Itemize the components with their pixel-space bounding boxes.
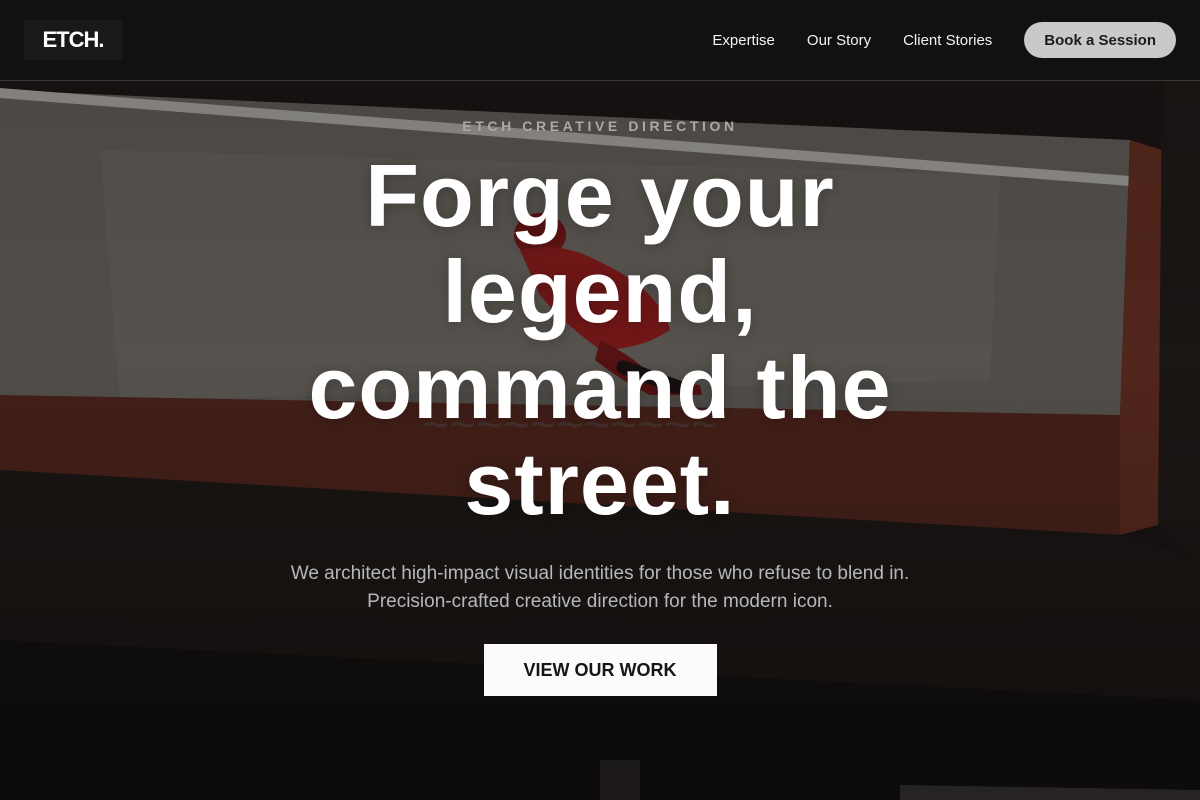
brand-dot: . (98, 27, 104, 52)
subtext-line: Precision-crafted creative direction for… (367, 591, 833, 612)
headline-line: street. (464, 434, 736, 533)
view-our-work-button[interactable]: VIEW OUR WORK (483, 644, 717, 696)
nav-link-client-stories[interactable]: Client Stories (903, 32, 992, 49)
headline-line: Forge your (365, 146, 835, 245)
hero-eyebrow: ETCH CREATIVE DIRECTION (462, 118, 738, 134)
landing-page: ~~~~~~~~~~~ ETCH. Expertise Our Story Cl… (0, 0, 1200, 800)
book-session-button[interactable]: Book a Session (1024, 22, 1176, 58)
hero-subtext: We architect high-impact visual identiti… (250, 560, 950, 616)
nav-links: Expertise Our Story Client Stories (712, 32, 992, 49)
hero-headline: Forge your legend, command the street. (250, 148, 950, 532)
headline-line: command the (308, 338, 892, 437)
nav-link-our-story[interactable]: Our Story (807, 32, 871, 49)
hero-section: ETCH CREATIVE DIRECTION Forge your legen… (0, 81, 1200, 800)
brand-logo[interactable]: ETCH. (24, 20, 122, 60)
headline-line: legend, (442, 242, 758, 341)
subtext-line: We architect high-impact visual identiti… (290, 563, 910, 584)
brand-name: ETCH (42, 27, 99, 52)
top-navbar: ETCH. Expertise Our Story Client Stories… (0, 0, 1200, 81)
nav-link-expertise[interactable]: Expertise (712, 32, 775, 49)
